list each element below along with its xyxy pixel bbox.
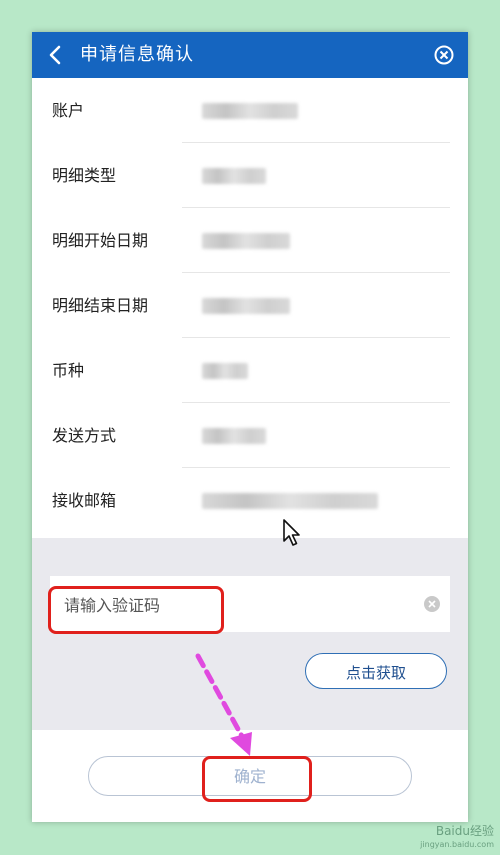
blurred-value [202,493,378,509]
back-button[interactable] [40,40,70,70]
blurred-value [202,363,248,379]
blurred-value [202,428,266,444]
close-button[interactable] [432,43,456,67]
verification-code-input[interactable] [50,576,406,634]
header-bar: 申请信息确认 [32,32,468,78]
blurred-value [202,103,298,119]
blurred-value [202,233,290,249]
clear-input-button[interactable] [424,596,440,612]
row-label: 发送方式 [52,426,117,445]
chevron-left-icon [49,45,61,65]
blurred-value [202,168,266,184]
row-label: 明细开始日期 [52,231,149,250]
row-label: 币种 [52,361,85,380]
info-row-currency: 币种 [32,338,468,403]
blurred-value [202,298,290,314]
info-row-start-date: 明细开始日期 [32,208,468,273]
row-label: 明细结束日期 [52,296,149,315]
info-row-account: 账户 [32,78,468,143]
verification-code-field [50,576,450,634]
clear-icon [428,600,436,608]
get-code-button[interactable]: 点击获取 [305,653,447,689]
row-label: 接收邮箱 [52,491,117,510]
dashed-arrow-icon [195,653,252,756]
info-list: 账户 明细类型 明细开始日期 明细结束日期 币种 发送方式 接收邮箱 [32,78,468,533]
row-label: 明细类型 [52,166,117,185]
watermark-url: jingyan.baidu.com [420,840,494,849]
app-screen: 申请信息确认 账户 明细类型 明细开始日期 明细结束日期 币种 发送方式 接收邮… [32,32,468,822]
info-row-email: 接收邮箱 [32,468,468,533]
info-row-send-method: 发送方式 [32,403,468,468]
mouse-cursor-icon [283,519,300,546]
info-row-end-date: 明细结束日期 [32,273,468,338]
info-row-detail-type: 明细类型 [32,143,468,208]
watermark-brand: Baidu经验 [435,824,494,838]
page-title: 申请信息确认 [80,44,194,65]
confirm-button[interactable]: 确定 [88,756,412,796]
row-label: 账户 [52,101,85,120]
close-circle-icon [434,45,454,65]
watermark: Baidu经验 jingyan.baidu.com [420,825,494,851]
